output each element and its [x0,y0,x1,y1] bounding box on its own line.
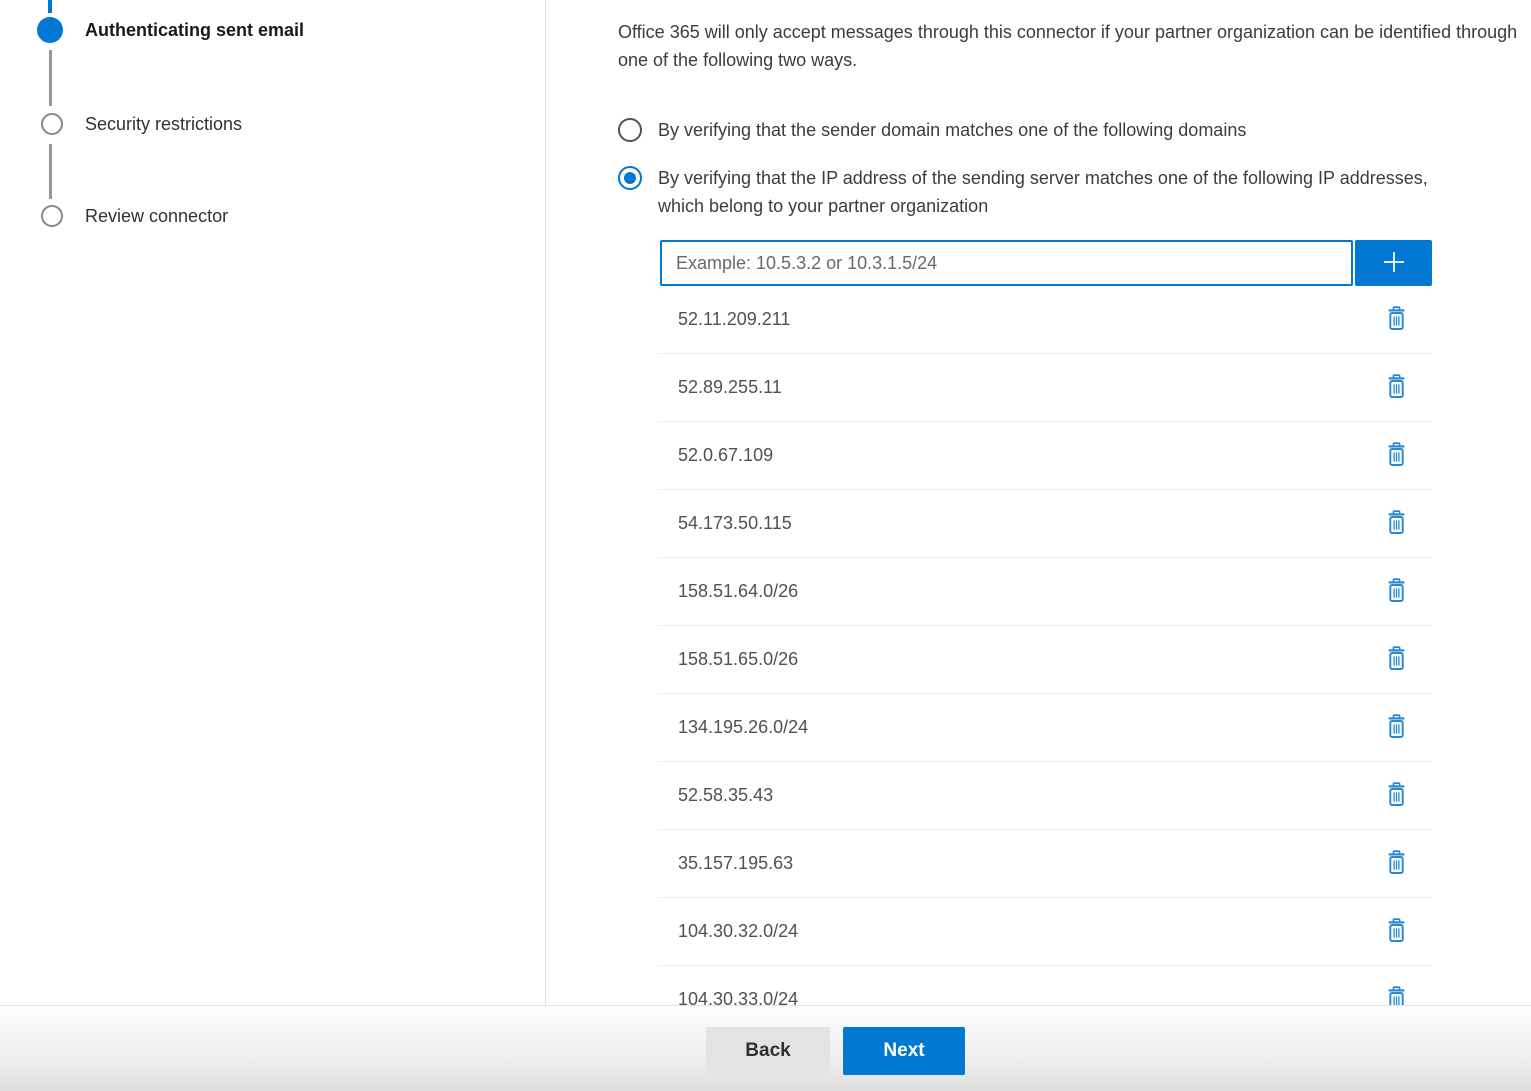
step-open-dot [41,113,63,135]
radio-unselected-icon[interactable] [618,118,642,142]
delete-ip-button[interactable] [1383,846,1410,882]
ip-value: 104.30.32.0/24 [658,921,1383,942]
option-ip-address[interactable]: By verifying that the IP address of the … [618,164,1531,220]
ip-value: 158.51.64.0/26 [658,581,1383,602]
delete-ip-button[interactable] [1383,574,1410,610]
trash-icon [1387,782,1406,810]
trash-icon [1387,918,1406,946]
trash-icon [1387,578,1406,606]
wizard-body: Authenticating sent email Security restr… [0,0,1531,1005]
step-security-restrictions[interactable]: Security restrictions [85,114,242,135]
radio-selected-icon[interactable] [618,166,642,190]
option-sender-domain-label: By verifying that the sender domain matc… [658,116,1246,144]
ip-list-row: 104.30.32.0/24 [658,898,1432,966]
trash-icon [1387,442,1406,470]
back-button[interactable]: Back [706,1027,830,1075]
ip-list-row: 158.51.65.0/26 [658,626,1432,694]
ip-value: 52.58.35.43 [658,785,1383,806]
ip-value: 134.195.26.0/24 [658,717,1383,738]
ip-entry-row [660,240,1531,286]
stepper-line-completed [48,0,52,13]
step-review-connector[interactable]: Review connector [85,206,228,227]
trash-icon [1387,986,1406,1006]
connector-wizard-window: Authenticating sent email Security restr… [0,0,1531,1091]
add-ip-button[interactable] [1355,240,1432,286]
step-content: Office 365 will only accept messages thr… [546,0,1531,1005]
ip-list: 52.11.209.211 52.89.255.11 [658,286,1432,1005]
wizard-footer: Back Next [0,1005,1531,1091]
option-ip-address-label: By verifying that the IP address of the … [658,164,1473,220]
ip-list-row: 134.195.26.0/24 [658,694,1432,762]
ip-list-row: 52.58.35.43 [658,762,1432,830]
ip-list-row: 35.157.195.63 [658,830,1432,898]
delete-ip-button[interactable] [1383,506,1410,542]
trash-icon [1387,374,1406,402]
ip-value: 52.0.67.109 [658,445,1383,466]
identification-options: By verifying that the sender domain matc… [618,116,1531,220]
next-button[interactable]: Next [843,1027,965,1075]
delete-ip-button[interactable] [1383,642,1410,678]
ip-value: 158.51.65.0/26 [658,649,1383,670]
ip-list-row: 104.30.33.0/24 [658,966,1432,1005]
ip-value: 54.173.50.115 [658,513,1383,534]
wizard-stepper: Authenticating sent email Security restr… [0,0,546,1005]
step-open-dot [41,205,63,227]
delete-ip-button[interactable] [1383,914,1410,950]
delete-ip-button[interactable] [1383,778,1410,814]
delete-ip-button[interactable] [1383,982,1410,1006]
ip-address-input[interactable] [660,240,1353,286]
step-authenticating-sent-email[interactable]: Authenticating sent email [85,20,304,41]
ip-list-row: 54.173.50.115 [658,490,1432,558]
option-sender-domain[interactable]: By verifying that the sender domain matc… [618,116,1531,144]
delete-ip-button[interactable] [1383,302,1410,338]
trash-icon [1387,714,1406,742]
step-current-dot [37,17,63,43]
ip-value: 104.30.33.0/24 [658,989,1383,1005]
intro-text: Office 365 will only accept messages thr… [618,18,1526,74]
trash-icon [1387,850,1406,878]
ip-value: 35.157.195.63 [658,853,1383,874]
ip-list-row: 158.51.64.0/26 [658,558,1432,626]
trash-icon [1387,510,1406,538]
delete-ip-button[interactable] [1383,710,1410,746]
delete-ip-button[interactable] [1383,438,1410,474]
stepper-line [49,144,52,199]
ip-list-row: 52.11.209.211 [658,286,1432,354]
delete-ip-button[interactable] [1383,370,1410,406]
ip-value: 52.11.209.211 [658,309,1383,330]
ip-list-row: 52.0.67.109 [658,422,1432,490]
trash-icon [1387,646,1406,674]
ip-list-row: 52.89.255.11 [658,354,1432,422]
stepper-line [49,50,52,106]
ip-value: 52.89.255.11 [658,377,1383,398]
trash-icon [1387,306,1406,334]
plus-icon [1380,248,1408,279]
